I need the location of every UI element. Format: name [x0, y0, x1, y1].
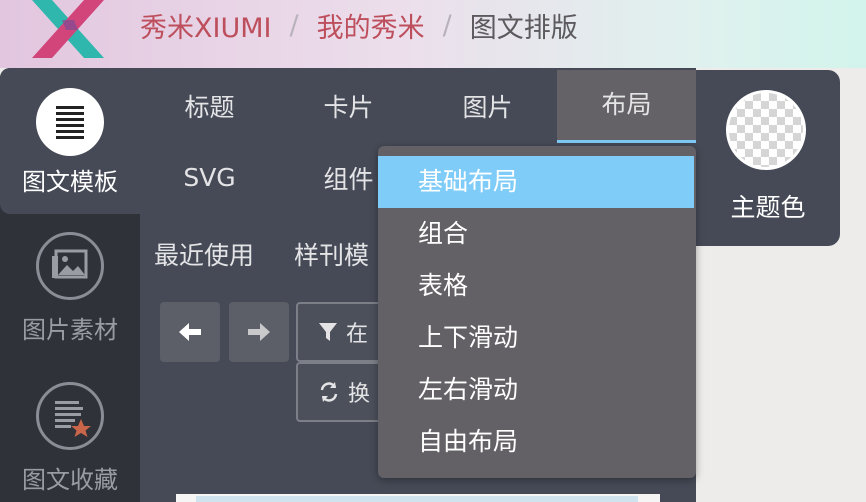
arrow-right-icon [248, 323, 270, 341]
theme-color-panel[interactable]: 主题色 [696, 70, 840, 246]
template-preview-content [196, 496, 638, 502]
sidebar-item-images[interactable]: 图片素材 [0, 214, 140, 360]
theme-color-label: 主题色 [730, 193, 806, 222]
breadcrumb-separator: / [289, 9, 299, 41]
subtab-recent[interactable]: 最近使用 [154, 236, 254, 272]
menu-item-horizontal-scroll[interactable]: 左右滑动 [378, 364, 696, 416]
menu-item-combination[interactable]: 组合 [378, 208, 696, 260]
sidebar-item-favorites[interactable]: 图文收藏 [0, 360, 140, 502]
tab-svg[interactable]: SVG [140, 148, 279, 208]
sidebar-item-label: 图片素材 [22, 316, 118, 344]
tab-card[interactable]: 卡片 [279, 70, 418, 130]
image-icon [36, 232, 104, 300]
menu-item-free-layout[interactable]: 自由布局 [378, 416, 696, 468]
menu-item-basic-layout[interactable]: 基础布局 [378, 156, 694, 208]
breadcrumb-separator: / [442, 9, 452, 41]
active-tab-indicator [557, 140, 696, 143]
sidebar-item-label: 图文模板 [22, 168, 118, 196]
refresh-icon [320, 382, 338, 402]
sidebar-item-label: 图文收藏 [22, 466, 118, 494]
list-icon [36, 88, 104, 156]
breadcrumb-current-page: 图文排版 [469, 12, 578, 44]
sidebar-item-templates[interactable]: 图文模板 [0, 68, 140, 214]
refresh-button[interactable]: 换 [296, 362, 386, 422]
tab-title[interactable]: 标题 [140, 70, 279, 130]
menu-item-table[interactable]: 表格 [378, 260, 696, 312]
tab-layout[interactable]: 布局 [557, 70, 696, 140]
menu-item-vertical-scroll[interactable]: 上下滑动 [378, 312, 696, 364]
breadcrumb-xiumi[interactable]: 秀米XIUMI [140, 6, 271, 45]
arrow-left-icon [179, 323, 201, 341]
sidebar: 图文模板 图片素材 图文收藏 [0, 68, 140, 502]
layout-dropdown-menu: 基础布局 组合 表格 上下滑动 左右滑动 自由布局 [378, 146, 696, 478]
breadcrumb-my-xiumi[interactable]: 我的秀米 [317, 6, 425, 45]
refresh-button-label: 换 [348, 382, 371, 407]
subtab-sample[interactable]: 样刊模 [294, 236, 369, 272]
filter-button-label: 在 [346, 322, 369, 347]
transparent-checker-icon[interactable] [726, 90, 806, 170]
app-header: 秀米XIUMI / 我的秀米 / 图文排版 [0, 0, 866, 68]
forward-button[interactable] [229, 302, 289, 362]
breadcrumb: 秀米XIUMI / 我的秀米 / 图文排版 [140, 6, 578, 44]
document-star-icon [36, 382, 104, 450]
tab-image[interactable]: 图片 [418, 70, 557, 130]
xiumi-logo-icon[interactable] [26, 0, 110, 58]
filter-button[interactable]: 在 [296, 302, 386, 362]
back-button[interactable] [160, 302, 220, 362]
filter-icon [319, 323, 337, 341]
